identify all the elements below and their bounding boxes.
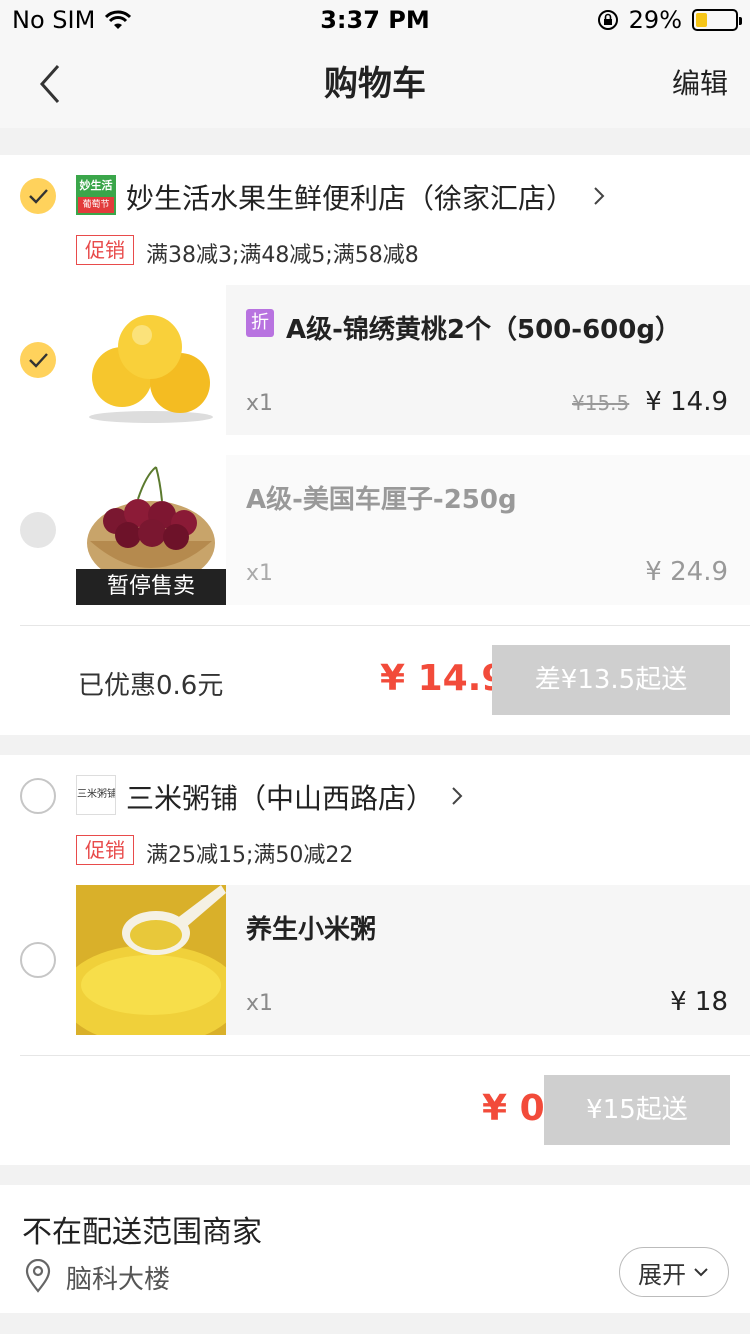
- sold-out-overlay: 暂停售卖: [76, 569, 226, 605]
- item-2-qty: x1: [246, 561, 274, 586]
- item-1-old-price: ¥15.5: [572, 391, 630, 415]
- battery-percent: 29%: [628, 6, 682, 34]
- chevron-right-icon[interactable]: [590, 185, 608, 207]
- item-1-qty: x1: [246, 391, 274, 416]
- item-3-box[interactable]: 养生小米粥 x1 ¥ 18: [226, 885, 750, 1035]
- store-card-1: 妙生活 葡萄节 妙生活水果生鲜便利店（徐家汇店） 促销 满38减3;满48减5;…: [0, 155, 750, 735]
- store-card-2: 三米粥铺 三米粥铺（中山西路店） 促销 满25减15;满50减22 养生小米粥 …: [0, 755, 750, 1165]
- battery-icon: [692, 9, 742, 31]
- item-3-qty: x1: [246, 991, 274, 1016]
- chevron-right-icon[interactable]: [448, 785, 466, 807]
- item-3-title: 养生小米粥: [246, 915, 377, 945]
- expand-button[interactable]: 展开: [619, 1247, 729, 1297]
- back-icon[interactable]: [30, 62, 74, 106]
- item-3-checkbox[interactable]: [20, 942, 56, 978]
- nav-bar: 购物车 编辑: [0, 40, 750, 128]
- check-icon: [29, 189, 48, 204]
- store-1-total: ¥ 14.9: [380, 658, 507, 699]
- expand-label: 展开: [638, 1260, 686, 1289]
- item-2-image[interactable]: 暂停售卖: [76, 455, 226, 605]
- store-2-checkbox[interactable]: [20, 778, 56, 814]
- orientation-lock-icon: [597, 10, 618, 30]
- item-3-price: ¥ 18: [670, 987, 728, 1017]
- item-1-image[interactable]: [76, 285, 226, 435]
- store-2-name[interactable]: 三米粥铺（中山西路店）: [126, 777, 434, 817]
- store-1-logo-text: 妙生活: [79, 179, 113, 192]
- item-1-title: A级-锦绣黄桃2个（500-600g）: [286, 315, 681, 345]
- store-2-logo: 三米粥铺: [76, 775, 116, 815]
- peach-image: [89, 315, 213, 423]
- store-1-name[interactable]: 妙生活水果生鲜便利店（徐家汇店）: [126, 177, 574, 217]
- store-1-logo-subtext: 葡萄节: [78, 197, 114, 213]
- item-2-price: ¥ 24.9: [645, 557, 728, 587]
- battery-fill: [696, 13, 708, 27]
- item-1-checkbox[interactable]: [20, 342, 56, 378]
- chevron-down-icon: [694, 1268, 708, 1277]
- store-1-saving: 已优惠0.6元: [78, 671, 224, 701]
- store-1-checkbox[interactable]: [20, 178, 56, 214]
- edit-button[interactable]: 编辑: [672, 40, 728, 128]
- store-2-checkout-button[interactable]: ¥15起送: [544, 1075, 730, 1145]
- page-title: 购物车: [324, 64, 426, 104]
- store-1-promo: 满38减3;满48减5;满58减8: [146, 243, 419, 268]
- item-1-price: ¥ 14.9: [645, 387, 728, 417]
- location-label: 脑科大楼: [66, 1265, 171, 1295]
- divider: [20, 1055, 750, 1056]
- store-2-promo: 满25减15;满50减22: [146, 843, 354, 868]
- item-3-image[interactable]: [76, 885, 226, 1035]
- status-bar: No SIM 3:37 PM 29%: [0, 0, 750, 40]
- store-2-total: ¥ 0: [482, 1088, 545, 1129]
- promo-tag: 促销: [76, 235, 134, 265]
- item-2-title: A级-美国车厘子-250g: [246, 485, 517, 515]
- store-1-logo: 妙生活 葡萄节: [76, 175, 116, 215]
- item-2-checkbox: [20, 512, 56, 548]
- divider: [20, 625, 750, 626]
- item-2-box[interactable]: A级-美国车厘子-250g x1 ¥ 24.9: [226, 455, 750, 605]
- promo-tag: 促销: [76, 835, 134, 865]
- check-icon: [29, 353, 48, 368]
- porridge-image: [76, 885, 226, 1035]
- location-pin-icon: [25, 1259, 51, 1293]
- store-1-checkout-button[interactable]: 差¥13.5起送: [492, 645, 730, 715]
- item-1-box[interactable]: 折 A级-锦绣黄桃2个（500-600g） x1 ¥15.5 ¥ 14.9: [226, 285, 750, 435]
- discount-badge: 折: [246, 309, 274, 337]
- out-of-range-section: 不在配送范围商家 脑科大楼 展开: [0, 1185, 750, 1313]
- status-right: 29%: [597, 6, 742, 34]
- out-of-range-title: 不在配送范围商家: [22, 1215, 262, 1250]
